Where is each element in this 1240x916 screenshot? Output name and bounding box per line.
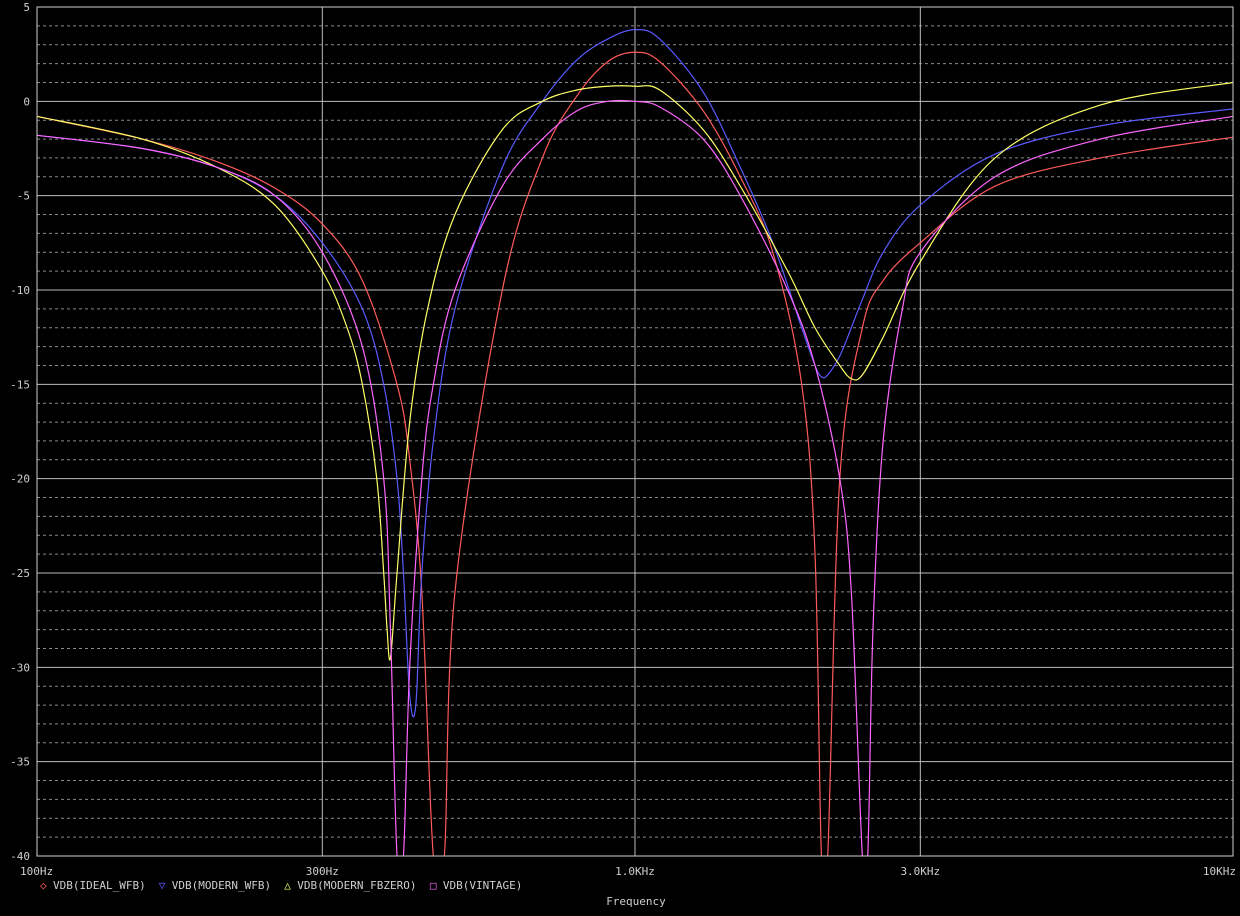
- y-tick-label: 0: [23, 95, 30, 108]
- x-tick-label: 3.0KHz: [900, 865, 940, 878]
- y-axis-tick-labels: 5 0 -5 -10 -15 -20 -25 -30 -35 -40: [10, 1, 30, 863]
- x-tick-label: 100Hz: [20, 865, 53, 878]
- y-tick-label: -40: [10, 850, 30, 863]
- y-tick-label: -30: [10, 661, 30, 674]
- y-tick-label: -20: [10, 473, 30, 486]
- legend-marker-icon: ◇: [40, 879, 47, 892]
- x-tick-label: 300Hz: [306, 865, 339, 878]
- frequency-response-chart: 5 0 -5 -10 -15 -20 -25 -30 -35 -40 100Hz 300Hz 1.0K…: [10, 1, 1236, 908]
- legend-label: VDB(MODERN_WFB): [172, 879, 271, 892]
- legend-label: VDB(MODERN_FBZERO): [297, 879, 416, 892]
- x-axis-tick-labels: 100Hz 300Hz 1.0KHz 3.0KHz 10KHz: [20, 865, 1236, 878]
- y-tick-label: -15: [10, 378, 30, 391]
- legend-label: VDB(IDEAL_WFB): [53, 879, 146, 892]
- y-tick-label: -35: [10, 756, 30, 769]
- x-tick-label: 10KHz: [1203, 865, 1236, 878]
- y-tick-label: -10: [10, 284, 30, 297]
- y-tick-label: -25: [10, 567, 30, 580]
- legend-marker-icon: □: [430, 879, 437, 892]
- y-tick-label: -5: [17, 190, 30, 203]
- legend: ◇ VDB(IDEAL_WFB) ▽ VDB(MODERN_WFB) △ VDB(MODE…: [40, 879, 522, 892]
- legend-marker-icon: △: [284, 879, 291, 892]
- x-axis-label: Frequency: [606, 895, 666, 908]
- legend-label: VDB(VINTAGE): [443, 879, 522, 892]
- x-tick-label: 1.0KHz: [615, 865, 655, 878]
- legend-marker-icon: ▽: [159, 879, 166, 892]
- chart-root: 5 0 -5 -10 -15 -20 -25 -30 -35 -40 100Hz 300Hz 1.0K…: [0, 0, 1240, 911]
- y-tick-label: 5: [23, 1, 30, 14]
